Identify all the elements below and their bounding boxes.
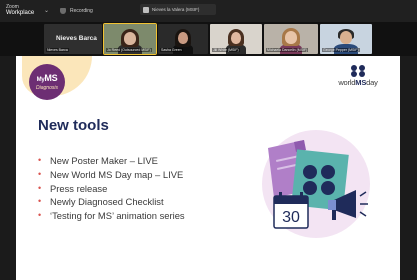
list-item: New World MS Day map – LIVE — [36, 168, 185, 182]
list-item: Newly Diagnosed Checklist — [36, 195, 185, 209]
participant-tile[interactable]: Nieves Barca Nieves Barca — [44, 24, 102, 54]
world-ms-day-logo: worldMSday — [328, 64, 388, 87]
calendar-icon: 30 — [273, 192, 309, 229]
svg-text:30: 30 — [282, 209, 300, 226]
shared-screen-slide: MyMS Diagnosis worldMSday New tools New … — [16, 56, 400, 280]
list-item: New Poster Maker – LIVE — [36, 154, 185, 168]
list-item: ‘Testing for MS’ animation series — [36, 209, 185, 223]
shield-icon[interactable] — [60, 8, 66, 14]
bullet-list: New Poster Maker – LIVE New World MS Day… — [36, 154, 185, 223]
participant-tile[interactable]: George Pepper (MSIF) — [320, 24, 372, 54]
chevron-down-icon[interactable]: ⌄ — [44, 8, 50, 14]
participant-tile[interactable]: Michaela Dancelin (MSIF) — [264, 24, 318, 54]
participant-tile[interactable]: Jo Reed (Outsourced MSIF) — [103, 23, 157, 55]
world-ms-day-emblem-icon — [351, 65, 365, 77]
mymsdiagnosis-logo: MyMS Diagnosis — [29, 64, 65, 100]
meeting-title[interactable]: Nieves la Valera (MSIF) — [140, 4, 216, 15]
participant-tile[interactable]: Sasha Green — [158, 24, 208, 54]
participant-tile[interactable]: Jill White (MSIF) — [210, 24, 262, 54]
slide-title: New tools — [38, 117, 109, 134]
screen-share-icon — [143, 6, 149, 13]
app-name: Zoom Workplace — [6, 4, 35, 16]
list-item: Press release — [36, 182, 185, 196]
meeting-toolbar: Zoom Workplace ⌄ Recording Nieves la Val… — [0, 0, 417, 22]
recording-label: Recording — [70, 8, 93, 14]
participant-strip: Nieves Barca Nieves Barca Jo Reed (Outso… — [0, 22, 417, 56]
tools-illustration: 30 — [262, 130, 370, 238]
